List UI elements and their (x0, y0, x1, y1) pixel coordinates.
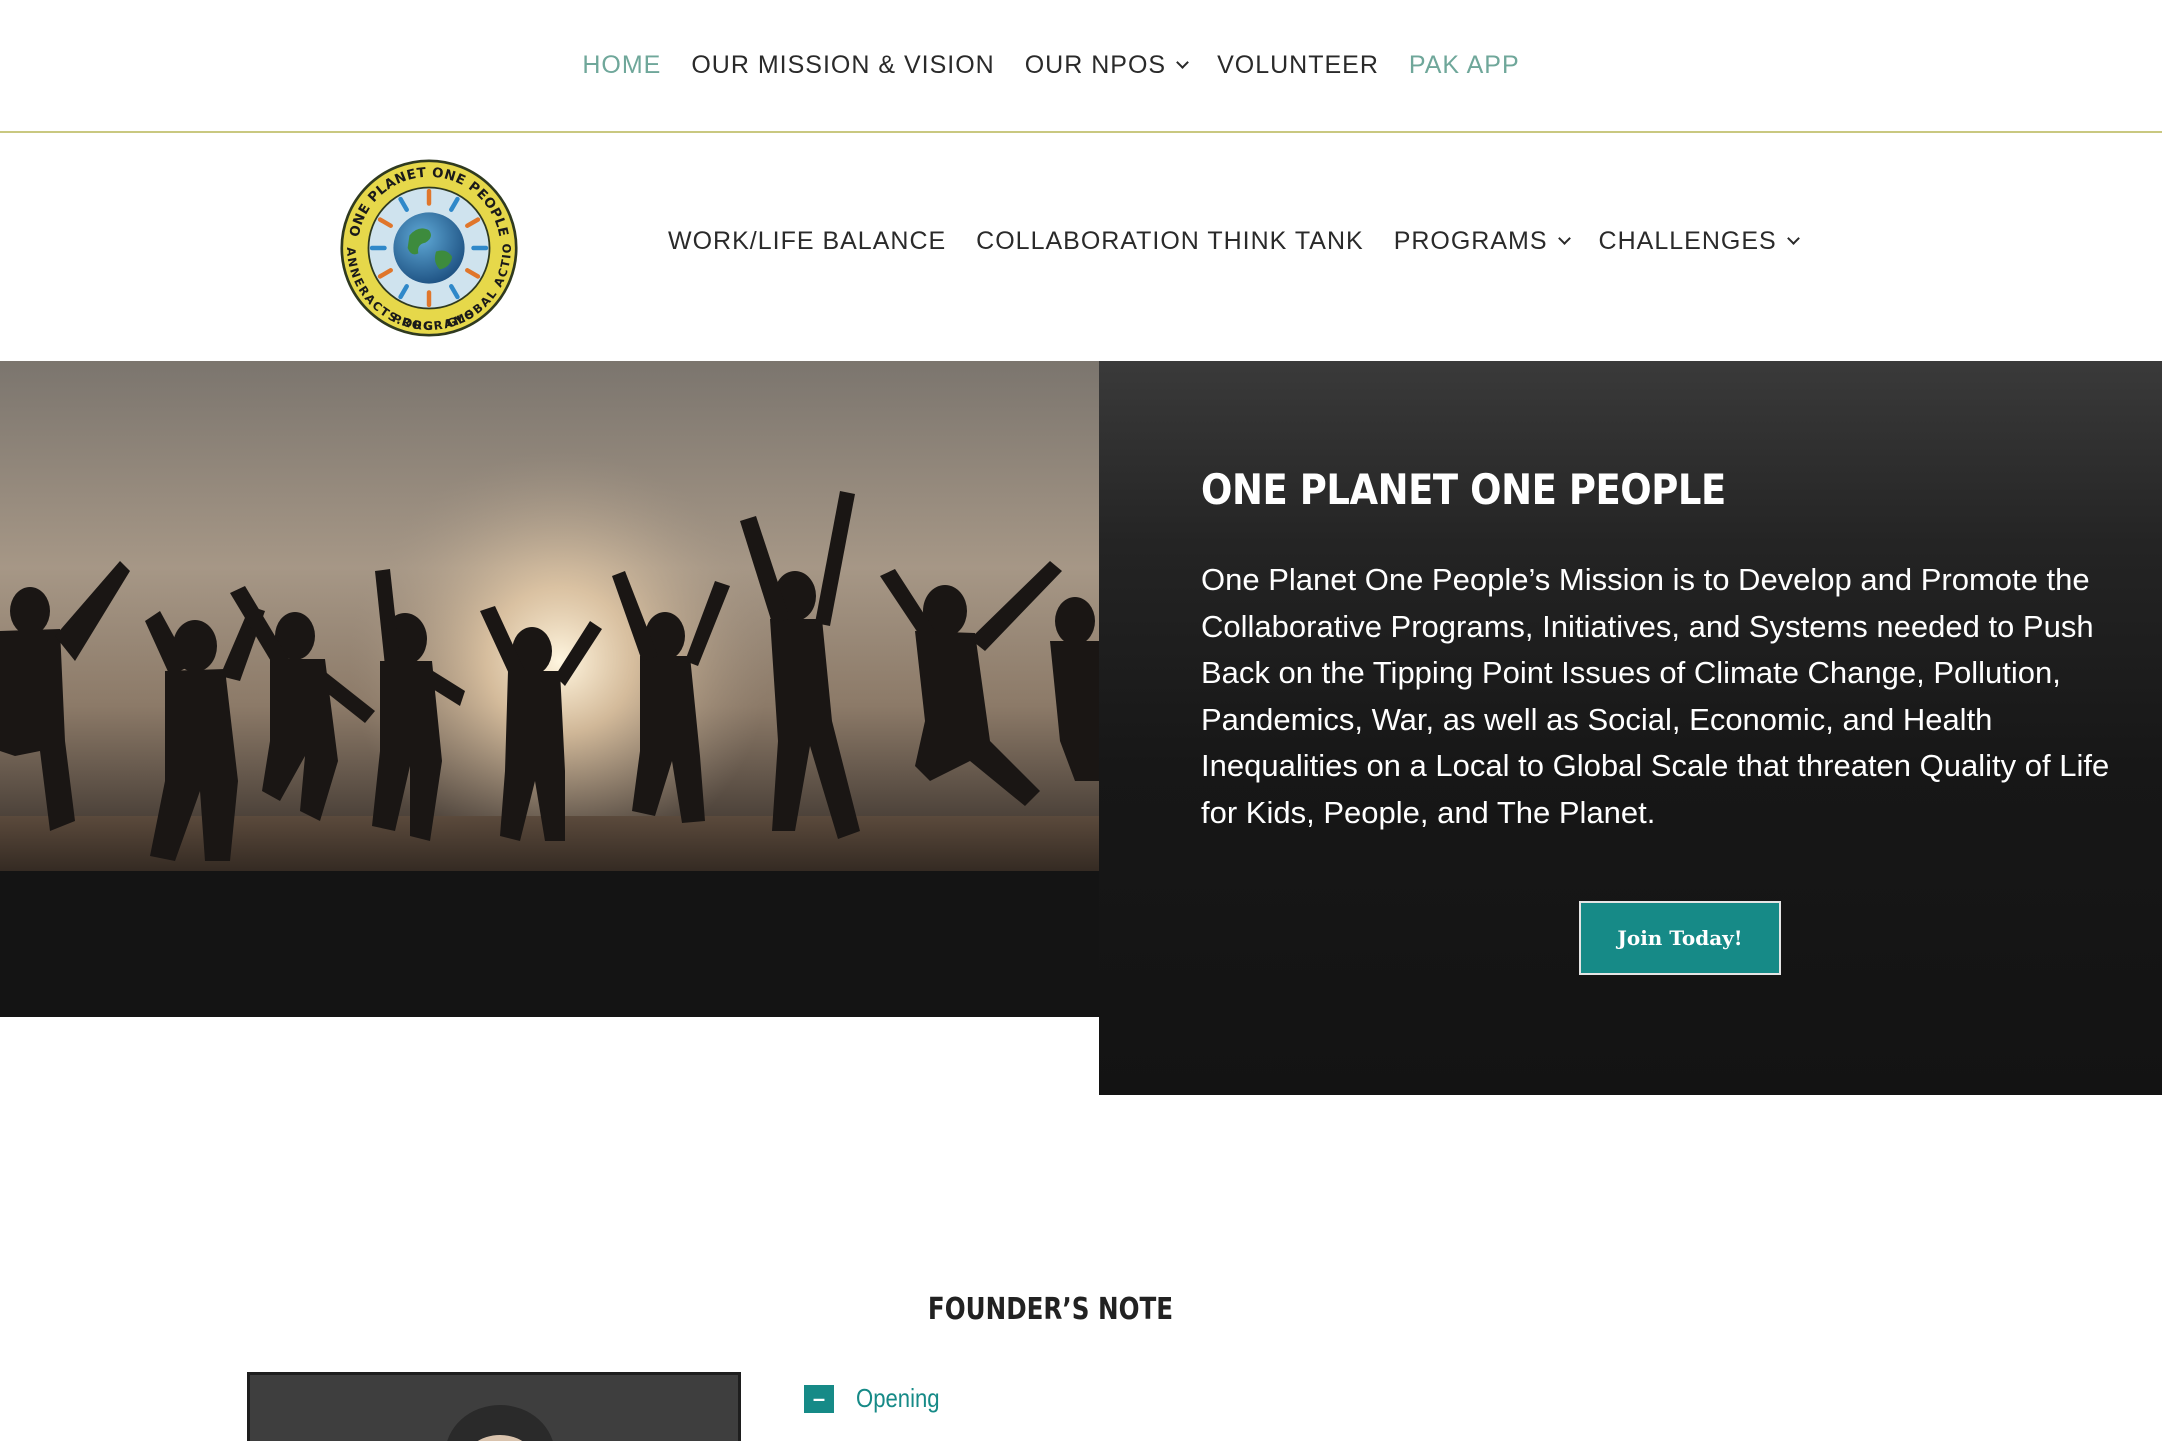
nav-collaboration-think-tank-label: COLLABORATION THINK TANK (976, 227, 1364, 255)
site-header: ONE PLANET ONE PEOPLE PLANNERACTS.ORG PR… (0, 135, 2162, 361)
nav-home[interactable]: HOME (582, 51, 661, 80)
nav-work-life-balance-label: WORK/LIFE BALANCE (668, 227, 947, 255)
nav-collaboration-think-tank[interactable]: COLLABORATION THINK TANK (976, 227, 1364, 256)
nav-home-label: HOME (582, 51, 662, 79)
jumping-people-silhouette-image (0, 361, 1100, 1017)
hero-mission-text: One Planet One People’s Mission is to De… (1201, 562, 2110, 830)
nav-work-life-balance[interactable]: WORK/LIFE BALANCE (668, 227, 946, 256)
nav-our-npos[interactable]: OUR NPOS (1024, 51, 1189, 80)
founder-portrait-image (250, 1375, 738, 1441)
hero-image (0, 361, 1100, 1017)
chevron-down-icon (1176, 56, 1189, 69)
nav-challenges-label: CHALLENGES (1598, 227, 1777, 255)
nav-programs[interactable]: PROGRAMS (1393, 227, 1571, 256)
accordion-opening[interactable]: – Opening (804, 1383, 954, 1414)
chevron-down-icon (1786, 232, 1800, 245)
founders-note-title: FOUNDER’S NOTE (0, 1292, 2100, 1327)
hero-panel: ONE PLANET ONE PEOPLE One Planet One Peo… (1099, 361, 2162, 1095)
main-nav: WORK/LIFE BALANCE COLLABORATION THINK TA… (668, 227, 1828, 256)
nav-our-npos-label: OUR NPOS (1024, 51, 1167, 79)
nav-mission-vision-label: OUR MISSION & VISION (691, 51, 995, 79)
nav-programs-label: PROGRAMS (1393, 227, 1548, 255)
chevron-down-icon (1557, 232, 1571, 245)
hero-title: ONE PLANET ONE PEOPLE (1201, 465, 1726, 514)
nav-pak-app-label: PAK APP (1408, 51, 1520, 79)
accordion-opening-label: Opening (856, 1383, 940, 1413)
founders-note-title-text: FOUNDER’S NOTE (927, 1292, 1173, 1327)
nav-volunteer[interactable]: VOLUNTEER (1217, 51, 1379, 80)
collapse-minus-icon[interactable]: – (804, 1384, 834, 1413)
nav-challenges[interactable]: CHALLENGES (1598, 227, 1800, 256)
join-today-button[interactable]: Join Today! (1579, 901, 1781, 975)
nav-pak-app[interactable]: PAK APP (1409, 51, 1520, 80)
nav-mission-vision[interactable]: OUR MISSION & VISION (691, 51, 994, 80)
founder-photo (247, 1372, 741, 1441)
nav-volunteer-label: VOLUNTEER (1217, 51, 1379, 79)
top-nav: HOME OUR MISSION & VISION OUR NPOS VOLUN… (0, 0, 2162, 133)
globe-logo-icon: ONE PLANET ONE PEOPLE PLANNERACTS.ORG PR… (340, 159, 518, 337)
